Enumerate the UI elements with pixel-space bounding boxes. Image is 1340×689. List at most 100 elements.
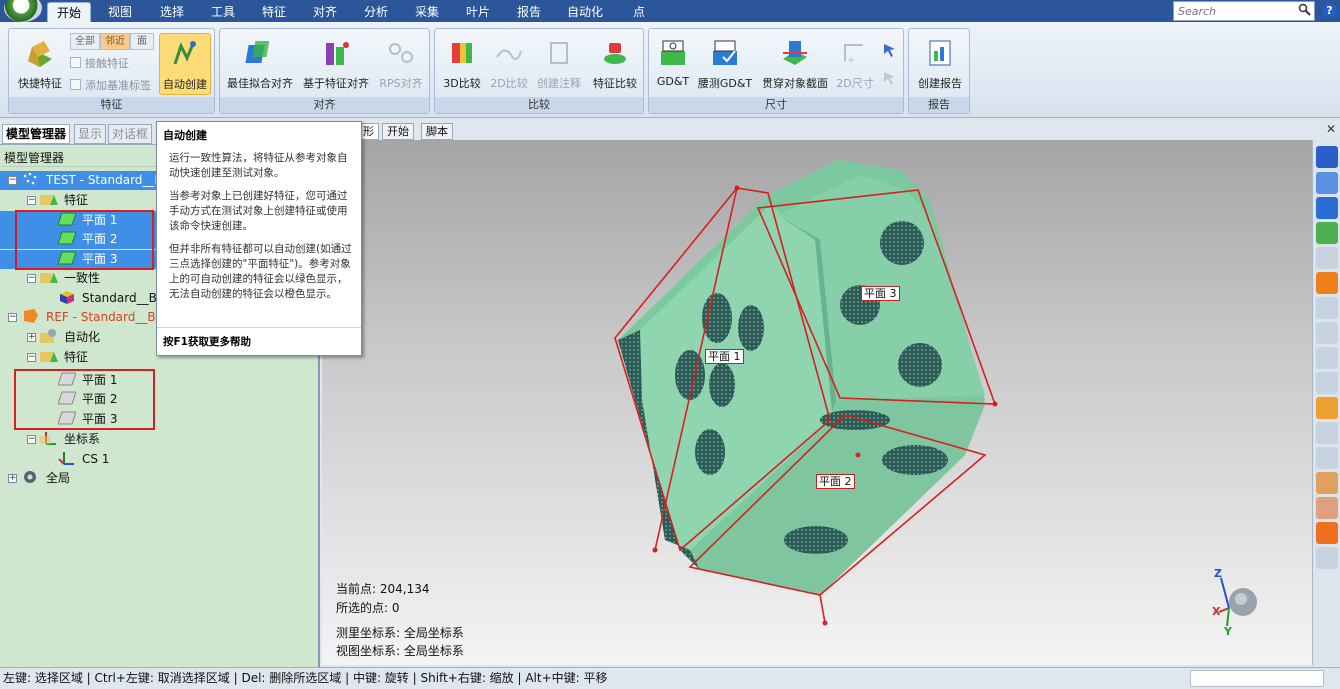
collapse-toggle[interactable]: − bbox=[8, 313, 17, 322]
checkbox-icon bbox=[70, 79, 81, 90]
dice-model[interactable] bbox=[322, 140, 1312, 665]
zoom-icon[interactable] bbox=[1316, 247, 1338, 269]
report-icon bbox=[929, 40, 951, 66]
collapse-toggle[interactable]: − bbox=[8, 176, 17, 185]
compare-3d-button[interactable]: 3D比较 bbox=[439, 33, 485, 95]
tab-select[interactable]: 选择 bbox=[152, 2, 192, 22]
tree-node-features[interactable]: 特征 bbox=[40, 191, 88, 210]
feature-align-button[interactable]: 基于特征对齐 bbox=[300, 33, 372, 95]
tab-analysis[interactable]: 分析 bbox=[356, 2, 396, 22]
compare-3d-icon bbox=[452, 43, 472, 63]
plane-1-label[interactable]: 平面 1 bbox=[705, 349, 744, 364]
current-point-readout: 当前点: 204,134 bbox=[336, 582, 430, 596]
gdt-button[interactable]: GD&T bbox=[651, 33, 695, 95]
arrow-tool-disabled-icon[interactable] bbox=[881, 69, 899, 87]
lasso-select-icon[interactable] bbox=[1316, 322, 1338, 344]
through-section-button[interactable]: 贯穿对象截面 bbox=[759, 33, 831, 95]
touch-feature-checkbox[interactable]: 接触特征 bbox=[70, 55, 129, 72]
plane-3-label[interactable]: 平面 3 bbox=[861, 286, 900, 301]
collapse-toggle[interactable]: − bbox=[27, 274, 36, 283]
filter-face[interactable]: 面 bbox=[130, 33, 154, 50]
tree-node-automation[interactable]: 自动化 bbox=[40, 328, 100, 347]
tab-start-view[interactable]: 开始 bbox=[382, 123, 414, 140]
plane-2-label[interactable]: 平面 2 bbox=[816, 474, 855, 489]
rps-align-button[interactable]: RPS对齐 bbox=[376, 33, 426, 95]
tab-tools[interactable]: 工具 bbox=[203, 2, 243, 22]
auto-create-tooltip: 自动创建 运行一致性算法，将特征从参考对象自动快速创建至测试对象。 当参考对象上… bbox=[156, 121, 362, 356]
dim-2d-button[interactable]: + 2D尺寸 bbox=[833, 33, 877, 95]
collapse-toggle[interactable]: − bbox=[27, 196, 36, 205]
compare-2d-button[interactable]: 2D比较 bbox=[487, 33, 531, 95]
tooltip-paragraph-3: 但并非所有特征都可以自动创建(如通过三点选择创建的"平面特征")。参考对象上的可… bbox=[169, 243, 352, 300]
compare-2d-icon bbox=[496, 49, 522, 61]
tab-automation[interactable]: 自动化 bbox=[562, 2, 608, 22]
tab-feature[interactable]: 特征 bbox=[254, 2, 294, 22]
add-datum-label-checkbox[interactable]: 添加基准标签 bbox=[70, 77, 151, 94]
rotate-view-icon[interactable] bbox=[1316, 172, 1338, 194]
filter-near[interactable]: 邻近 bbox=[100, 33, 130, 50]
app-logo[interactable] bbox=[4, 0, 42, 22]
curve-select-icon[interactable] bbox=[1316, 447, 1338, 469]
create-annotation-button[interactable]: 创建注释 bbox=[533, 33, 585, 95]
filter-all[interactable]: 全部 bbox=[70, 33, 100, 50]
search-box[interactable] bbox=[1173, 1, 1315, 21]
search-icon[interactable] bbox=[1298, 3, 1311, 16]
arrow-tool-icon[interactable] bbox=[881, 41, 899, 59]
tree-node-features-ref[interactable]: 特征 bbox=[40, 348, 88, 367]
search-input[interactable] bbox=[1174, 2, 1292, 20]
tab-blade[interactable]: 叶片 bbox=[458, 2, 498, 22]
display-mode-icon[interactable] bbox=[1316, 222, 1338, 244]
tree-node-global[interactable]: 全局 bbox=[22, 469, 70, 488]
measure-gdt-button[interactable]: 腰测GD&T bbox=[697, 33, 753, 95]
filter-icon[interactable] bbox=[1316, 472, 1338, 494]
help-icon[interactable]: ? bbox=[1322, 3, 1337, 18]
expand-toggle[interactable]: + bbox=[8, 474, 17, 483]
tab-start[interactable]: 开始 bbox=[47, 2, 91, 22]
feature-compare-icon bbox=[604, 43, 626, 64]
checkbox-icon bbox=[70, 57, 81, 68]
create-report-button[interactable]: 创建报告 bbox=[913, 33, 967, 95]
best-fit-icon bbox=[245, 41, 270, 63]
tab-capture[interactable]: 采集 bbox=[407, 2, 447, 22]
tree-node-cs1[interactable]: CS 1 bbox=[58, 450, 109, 469]
feature-align-icon bbox=[326, 42, 349, 65]
tab-align[interactable]: 对齐 bbox=[305, 2, 345, 22]
best-fit-align-button[interactable]: 最佳拟合对齐 bbox=[224, 33, 296, 95]
tab-model-manager[interactable]: 模型管理器 bbox=[2, 124, 71, 144]
tree-node-ref[interactable]: REF - Standard__Bloc bbox=[22, 308, 173, 327]
front-view-icon[interactable] bbox=[1316, 197, 1338, 219]
collapse-toggle[interactable]: − bbox=[27, 353, 36, 362]
tooltip-paragraph-1: 运行一致性算法，将特征从参考对象自动快速创建至测试对象。 bbox=[169, 152, 348, 179]
selected-points-readout: 所选的点: 0 bbox=[336, 601, 400, 615]
tab-display[interactable]: 显示 bbox=[74, 124, 107, 144]
shading-icon[interactable] bbox=[1316, 272, 1338, 294]
tab-dialog[interactable]: 对话框 bbox=[108, 124, 153, 144]
auto-create-button[interactable]: 自动创建 bbox=[159, 33, 211, 95]
automation-folder-icon bbox=[40, 329, 56, 343]
tooltip-paragraph-2: 当参考对象上已创建好特征，您可通过手动方式在测试对象上创建特征或使用该命令快速创… bbox=[169, 190, 348, 232]
deselect-icon[interactable] bbox=[1316, 547, 1338, 569]
close-view-icon[interactable]: ✕ bbox=[1326, 122, 1336, 136]
tab-point[interactable]: 点 bbox=[624, 2, 654, 22]
tab-script[interactable]: 脚本 bbox=[421, 123, 453, 140]
tab-view[interactable]: 视图 bbox=[100, 2, 140, 22]
quick-feature-button[interactable]: 快捷特征 bbox=[13, 33, 67, 95]
paint-select-icon[interactable] bbox=[1316, 397, 1338, 419]
svg-text:+: + bbox=[847, 55, 855, 66]
expand-toggle[interactable]: + bbox=[27, 333, 36, 342]
collapse-toggle[interactable]: − bbox=[27, 435, 36, 444]
tree-node-consistency[interactable]: 一致性 bbox=[40, 269, 100, 288]
brush-select-icon[interactable] bbox=[1316, 372, 1338, 394]
polygon-select-icon[interactable] bbox=[1316, 422, 1338, 444]
axis-y-label: Y bbox=[1224, 625, 1232, 638]
feature-compare-button[interactable]: 特征比较 bbox=[589, 33, 641, 95]
view-cube-icon[interactable] bbox=[1316, 146, 1338, 168]
color-select-icon[interactable] bbox=[1316, 522, 1338, 544]
rect-select-icon[interactable] bbox=[1316, 297, 1338, 319]
3d-viewport[interactable]: 平面 1 平面 3 平面 2 当前点: 204,134 所选的点: 0 测里坐标… bbox=[322, 140, 1312, 665]
tab-report[interactable]: 报告 bbox=[509, 2, 549, 22]
axis-z-label: Z bbox=[1214, 567, 1222, 580]
surface-select-icon[interactable] bbox=[1316, 497, 1338, 519]
tree-node-coord-sys[interactable]: 坐标系 bbox=[40, 430, 100, 449]
line-select-icon[interactable] bbox=[1316, 347, 1338, 369]
